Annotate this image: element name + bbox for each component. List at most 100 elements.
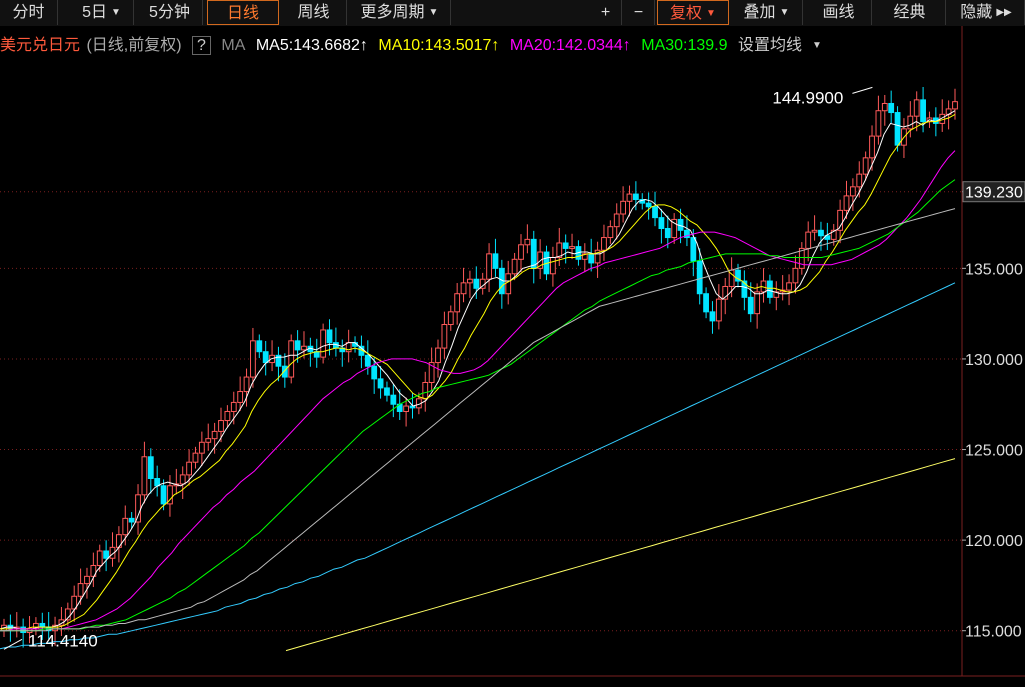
candle-up <box>230 401 237 412</box>
ma30-value: MA30:139.9 <box>641 37 728 55</box>
tab-daily[interactable]: 日线 <box>207 0 279 25</box>
candle-up <box>179 474 186 485</box>
candle-down <box>888 102 895 114</box>
tab-more-periods[interactable]: 更多周期 ▼ <box>349 0 451 25</box>
candle-down <box>690 237 697 262</box>
candle-down <box>530 238 537 269</box>
candle-up <box>454 293 461 313</box>
candle-up <box>205 438 212 443</box>
candle-down <box>473 278 480 289</box>
low-arrow <box>3 638 23 650</box>
candle-down <box>384 387 390 396</box>
candle-down <box>652 206 658 219</box>
candle-up <box>907 115 914 130</box>
arrow-up-icon: ↑ <box>622 37 631 55</box>
candle-up <box>288 340 295 378</box>
draw-button[interactable]: 画线 <box>806 0 872 25</box>
candle-up <box>843 195 850 211</box>
y-tick-label: 125.000 <box>965 443 1023 460</box>
candle-up <box>122 517 129 536</box>
candle-up <box>422 381 429 400</box>
zoom-out-button[interactable]: − <box>623 0 655 25</box>
candle-up <box>549 256 556 275</box>
candle-down <box>103 550 110 559</box>
candle-up <box>441 324 448 349</box>
candle-up <box>243 376 250 393</box>
candle-down <box>294 340 301 351</box>
candle-up <box>77 583 84 597</box>
candle-up <box>862 157 869 175</box>
candle-down <box>371 365 378 380</box>
candle-up <box>320 329 327 358</box>
candle-up <box>856 173 863 188</box>
ma-settings-button[interactable]: 设置均线 <box>738 37 802 54</box>
candle-up <box>875 110 882 137</box>
candle-up <box>192 452 199 463</box>
candle-down <box>262 351 269 364</box>
overlay-button[interactable]: 叠加 ▼ <box>731 0 803 25</box>
caret-down-icon: ▼ <box>428 7 439 19</box>
candle-down <box>154 478 161 487</box>
candle-down <box>664 227 671 239</box>
candle-up <box>620 200 627 215</box>
candle-up <box>607 226 614 239</box>
candle-down <box>767 280 773 298</box>
candle-up <box>141 456 148 496</box>
ma-label: MA <box>221 37 246 55</box>
double-chevron-right-icon: ▶▶ <box>996 7 1012 19</box>
hide-button[interactable]: 隐藏 ▶▶ <box>948 0 1025 25</box>
candle-up <box>198 441 205 454</box>
candle-up <box>613 213 620 228</box>
candle-up <box>505 273 512 295</box>
candle-down <box>326 329 333 344</box>
last-price-label: 139.230 <box>965 185 1023 202</box>
candle-up <box>237 391 244 403</box>
candle-up <box>250 340 256 378</box>
classic-button[interactable]: 经典 <box>874 0 946 25</box>
candle-up <box>460 282 467 295</box>
caret-down-icon: ▼ <box>812 40 822 51</box>
candle-down <box>409 405 416 409</box>
candle-up <box>792 267 799 284</box>
ma-line-ma10 <box>0 113 956 630</box>
candle-down <box>281 365 288 378</box>
tab-weekly[interactable]: 周线 <box>281 0 347 25</box>
candle-down <box>920 99 926 123</box>
candle-up <box>869 135 875 159</box>
tab-intraday[interactable]: 分时 <box>0 0 58 25</box>
candle-down <box>562 242 569 249</box>
tab-5min[interactable]: 5分钟 <box>137 0 203 25</box>
y-tick-label: 135.000 <box>965 261 1023 278</box>
chart-mode: (日线,前复权) <box>86 37 182 55</box>
ma10-value: MA10:143.5017 <box>378 37 492 55</box>
ma-line-ma60 <box>0 208 956 632</box>
candle-up <box>467 278 473 284</box>
candle-up <box>881 102 888 112</box>
candle-down <box>747 296 754 315</box>
ma-line-ma20 <box>0 150 956 632</box>
ma-legend: 美元兑日元 (日线,前复权) ? MA MA5:143.6682↑ MA10:1… <box>0 33 960 59</box>
candle-up <box>186 461 192 476</box>
candle-up <box>301 345 307 351</box>
y-tick-label: 115.000 <box>965 624 1022 641</box>
tab-5day[interactable]: 5日 ▼ <box>70 0 134 25</box>
low-annotation: 114.4140 <box>28 631 98 650</box>
y-tick-label: 130.000 <box>965 352 1023 369</box>
help-button[interactable]: ? <box>192 36 211 56</box>
period-toolbar: 分时 5日 ▼ 5分钟 日线 周线 更多周期 ▼ + − 复权 ▼ 叠加 ▼ 画线 经典… <box>0 0 1025 26</box>
symbol-name: 美元兑日元 <box>0 37 81 55</box>
zoom-in-button[interactable]: + <box>590 0 622 25</box>
candle-up <box>786 282 792 291</box>
candle-up <box>913 99 920 117</box>
candle-down <box>658 217 665 229</box>
candle-down <box>256 340 263 353</box>
candle-up <box>715 298 722 322</box>
caret-down-icon: ▼ <box>111 7 121 19</box>
high-arrow <box>852 86 873 94</box>
candle-up <box>754 291 761 315</box>
candle-down <box>894 112 901 146</box>
adjust-button[interactable]: 复权 ▼ <box>657 0 729 25</box>
candle-up <box>403 405 410 412</box>
candle-down <box>696 260 703 295</box>
ma-line-ma5 <box>0 110 956 630</box>
